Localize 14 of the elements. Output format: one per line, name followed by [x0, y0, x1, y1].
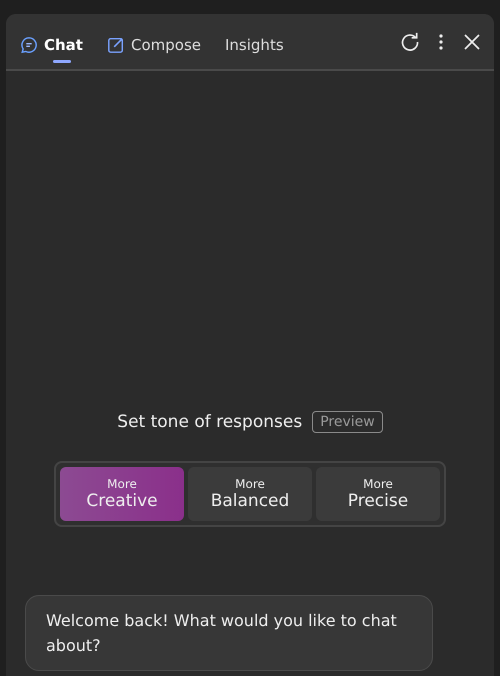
close-icon[interactable] — [462, 32, 482, 52]
tab[interactable]: Chat — [20, 22, 83, 66]
tab[interactable]: Insights — [225, 22, 284, 66]
tone-option[interactable]: More Balanced — [188, 467, 312, 521]
refresh-icon[interactable] — [400, 32, 420, 52]
tone-option[interactable]: More Precise — [316, 467, 440, 521]
chat-message: Welcome back! What would you like to chat about? — [25, 595, 433, 671]
compose-icon — [106, 36, 125, 54]
tone-option[interactable]: More Creative — [60, 467, 184, 521]
preview-badge: Preview — [312, 411, 383, 433]
tone-heading: Set tone of responses — [117, 412, 302, 432]
more-options-icon[interactable] — [438, 32, 444, 52]
chat-bubble-icon — [20, 36, 38, 54]
tab[interactable]: Compose — [106, 22, 201, 66]
